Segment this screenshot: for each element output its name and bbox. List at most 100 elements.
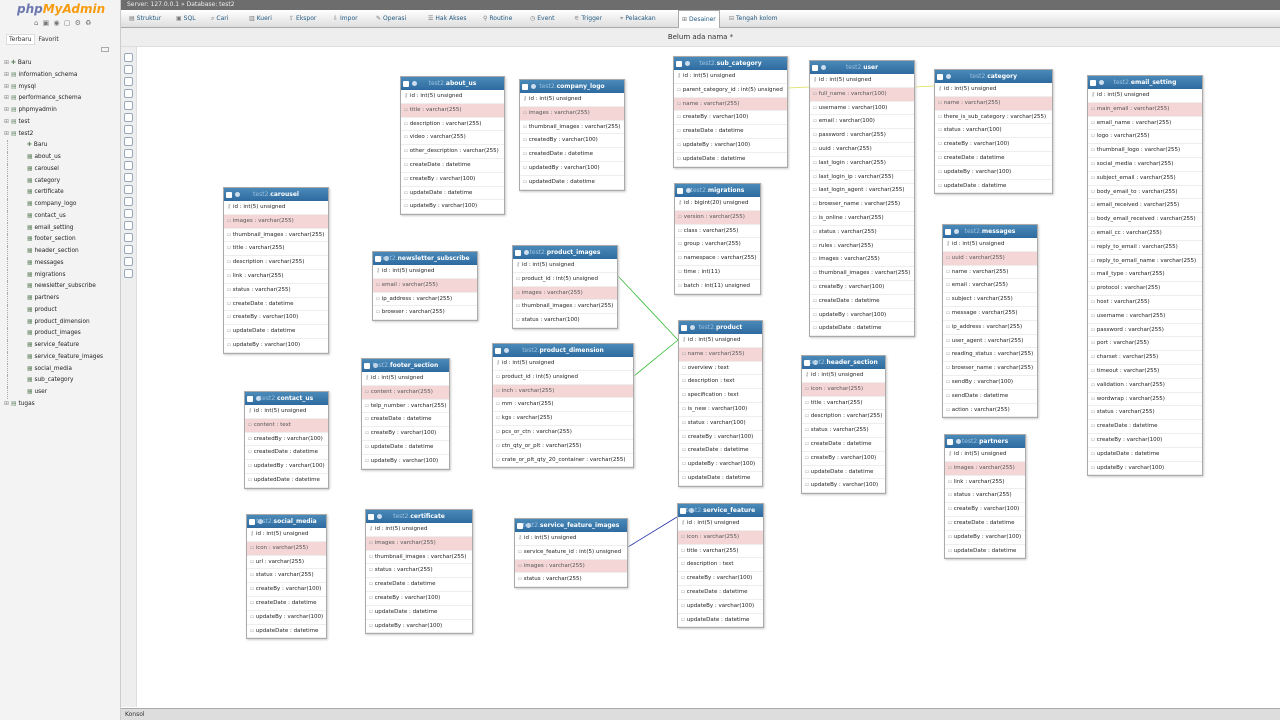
tree-item-tugas[interactable]: ⊞ ▤ tugas <box>4 399 119 411</box>
move-menu-button[interactable] <box>124 257 133 266</box>
tree-item-category[interactable]: ▦ category <box>7 175 119 188</box>
column-row[interactable]: ▫ other_description : varchar(255) <box>401 145 504 159</box>
column-row[interactable]: ▫ createBy : varchar(100) <box>802 452 885 466</box>
column-row[interactable]: ▫ updatedDate : datetime <box>245 474 328 488</box>
column-row[interactable]: ▫ name : varchar(255) <box>674 97 787 112</box>
expand-icon[interactable]: ⊞ <box>4 93 11 105</box>
table-service-feature-images[interactable]: test2.service_feature_images ⚷ id : int(5)… <box>514 518 628 589</box>
table-carousel[interactable]: test2.carousel ⚷ id : int(5) unsigned ▫ imag… <box>223 187 329 354</box>
phpmyadmin-logo[interactable]: phpMyAdmin <box>17 2 105 16</box>
column-row[interactable]: ▫ kgs : varchar(255) <box>493 412 633 426</box>
column-row[interactable]: ▫ parent_category_id : int(5) unsigned <box>674 84 787 98</box>
column-row[interactable]: ▫ last_login : varchar(255) <box>810 157 914 171</box>
expand-icon[interactable]: ⊞ <box>4 117 11 129</box>
column-row[interactable]: ▫ message : varchar(255) <box>943 307 1037 321</box>
tree-item-product[interactable]: ▦ product <box>7 304 119 317</box>
column-row[interactable]: ▫ updatedBy : varchar(100) <box>245 460 328 474</box>
column-row[interactable]: ▫ updateBy : varchar(100) <box>935 166 1052 180</box>
column-row[interactable]: ▫ reply_to_email : varchar(255) <box>1088 241 1202 255</box>
column-row[interactable]: ▫ time : int(11) <box>675 266 760 280</box>
column-row[interactable]: ▫ name : varchar(255) <box>943 266 1037 280</box>
table-about-us[interactable]: test2.about_us ⚷ id : int(5) unsigned ▫ titl… <box>400 76 505 216</box>
column-row[interactable]: ▫ specification : text <box>679 389 762 403</box>
column-row[interactable]: ▫ images : varchar(255) <box>515 559 627 574</box>
table-header[interactable]: test2.sub_category <box>674 57 787 70</box>
tree-item-contact-us[interactable]: ▦ contact_us <box>7 210 119 223</box>
column-row[interactable]: ▫ createDate : datetime <box>401 159 504 173</box>
column-row[interactable]: ▫ name : varchar(255) <box>935 96 1052 111</box>
column-row[interactable]: ▫ createBy : varchar(100) <box>247 583 326 597</box>
table-header[interactable]: test2.email_setting <box>1088 76 1202 89</box>
column-row[interactable]: ▫ createBy : varchar(100) <box>935 138 1052 152</box>
column-row[interactable]: ▫ status : varchar(255) <box>1088 406 1202 421</box>
column-row[interactable]: ▫ title : varchar(255) <box>401 103 504 118</box>
console-label[interactable]: Konsol <box>121 711 145 718</box>
column-row[interactable]: ▫ service_feature_id : int(5) unsigned <box>515 546 627 560</box>
tree-item-phpmyadmin[interactable]: ⊞ ▤ phpmyadmin <box>4 105 119 117</box>
column-row[interactable]: ▫ product_id : int(5) unsigned <box>513 273 617 287</box>
column-row[interactable]: ▫ updateBy : varchar(100) <box>362 455 449 469</box>
tree-item-company-logo[interactable]: ▦ company_logo <box>7 199 119 211</box>
column-row[interactable]: ▫ username : varchar(255) <box>1088 310 1202 324</box>
column-row[interactable]: ⚷ id : int(5) unsigned <box>1088 89 1202 103</box>
tab-desainer[interactable]: ⊞ Desainer <box>678 10 720 28</box>
angular-links-button[interactable] <box>124 197 133 206</box>
column-row[interactable]: ▫ updateDate : datetime <box>247 625 326 639</box>
table-header[interactable]: test2.about_us <box>401 77 504 90</box>
column-row[interactable]: ⚷ id : int(5) unsigned <box>935 83 1052 97</box>
column-row[interactable]: ▫ description : varchar(255) <box>802 410 885 425</box>
tree-item-certificate[interactable]: ▦ certificate <box>7 187 119 199</box>
table-header[interactable]: test2.user <box>810 61 914 74</box>
table-header[interactable]: test2.service_feature_images <box>515 519 627 532</box>
column-row[interactable]: ▫ status : varchar(255) <box>802 424 885 438</box>
column-row[interactable]: ⚷ id : bigint(20) unsigned <box>675 197 760 211</box>
table-header[interactable]: test2.product <box>679 321 762 334</box>
column-row[interactable]: ▫ ip_address : varchar(255) <box>373 293 477 307</box>
column-row[interactable]: ▫ updateBy : varchar(100) <box>401 200 504 215</box>
tab-operasi[interactable]: ✎ Operasi <box>376 10 406 28</box>
column-row[interactable]: ▫ updateDate : datetime <box>1088 448 1202 462</box>
column-row[interactable]: ▫ link : varchar(255) <box>945 476 1025 490</box>
tab-impor[interactable]: ⇩ Impor <box>333 10 358 28</box>
column-row[interactable]: ▫ charset : varchar(255) <box>1088 351 1202 365</box>
tab-ekspor[interactable]: ⇪ Ekspor <box>289 10 316 28</box>
tab-cari[interactable]: ⌕ Cari <box>211 10 228 28</box>
column-row[interactable]: ▫ createBy : varchar(100) <box>224 311 328 326</box>
column-row[interactable]: ▫ class : varchar(255) <box>675 225 760 239</box>
tab-pelacakan[interactable]: ⌖ Pelacakan <box>620 10 656 28</box>
column-row[interactable]: ⚷ id : int(5) unsigned <box>802 369 885 383</box>
column-row[interactable]: ▫ thumbnail_logo : varchar(255) <box>1088 144 1202 158</box>
tab-struktur[interactable]: ▤ Struktur <box>129 10 161 28</box>
column-row[interactable]: ▫ updateBy : varchar(100) <box>224 339 328 353</box>
column-row[interactable]: ▫ title : varchar(255) <box>224 242 328 257</box>
column-row[interactable]: ▫ batch : int(11) unsigned <box>675 280 760 294</box>
column-row[interactable]: ▫ createBy : varchar(100) <box>679 431 762 445</box>
column-row[interactable]: ▫ name : varchar(255) <box>679 347 762 362</box>
tree-item-social-media[interactable]: ▦ social_media <box>7 363 119 376</box>
column-row[interactable]: ▫ updateBy : varchar(100) <box>247 611 326 625</box>
column-row[interactable]: ▫ reply_to_email_name : varchar(255) <box>1088 255 1202 269</box>
column-row[interactable]: ▫ status : varchar(100) <box>679 417 762 431</box>
column-row[interactable]: ▫ overview : text <box>679 362 762 376</box>
column-row[interactable]: ▫ last_login_ip : varchar(255) <box>810 171 914 185</box>
column-row[interactable]: ▫ createDate : datetime <box>674 125 787 139</box>
column-row[interactable]: ▫ images : varchar(255) <box>513 286 617 301</box>
table-header[interactable]: test2.carousel <box>224 188 328 201</box>
table-sub-category[interactable]: test2.sub_category ⚷ id : int(5) unsigned ▫… <box>673 56 788 168</box>
expand-icon[interactable]: ⊞ <box>4 82 11 94</box>
column-row[interactable]: ▫ uuid : varchar(255) <box>943 251 1037 266</box>
column-row[interactable]: ▫ createDate : datetime <box>366 578 472 592</box>
tree-item-email-setting[interactable]: ▦ email_setting <box>7 222 119 235</box>
tree-item-performance-schema[interactable]: ⊞ ▤ performance_schema <box>4 93 119 105</box>
tree-item-service-feature[interactable]: ▦ service_feature <box>7 340 119 352</box>
tab-favorites[interactable]: Favorit <box>36 35 60 44</box>
tree-item-baru[interactable]: ⊞ ✚ Baru <box>4 58 119 70</box>
console-bar[interactable]: Konsol <box>121 708 1280 720</box>
column-row[interactable]: ▫ wordwrap : varchar(255) <box>1088 393 1202 407</box>
table-header-section[interactable]: test2.header_section ⚷ id : int(5) unsigne… <box>801 355 886 495</box>
help-button[interactable] <box>124 185 133 194</box>
toggle-relation-lines-button[interactable] <box>124 65 133 74</box>
column-row[interactable]: ▫ createBy : varchar(100) <box>810 281 914 295</box>
column-row[interactable]: ▫ subject_email : varchar(255) <box>1088 172 1202 186</box>
table-partners[interactable]: test2.partners ⚷ id : int(5) unsigned ▫ imag… <box>944 434 1026 560</box>
